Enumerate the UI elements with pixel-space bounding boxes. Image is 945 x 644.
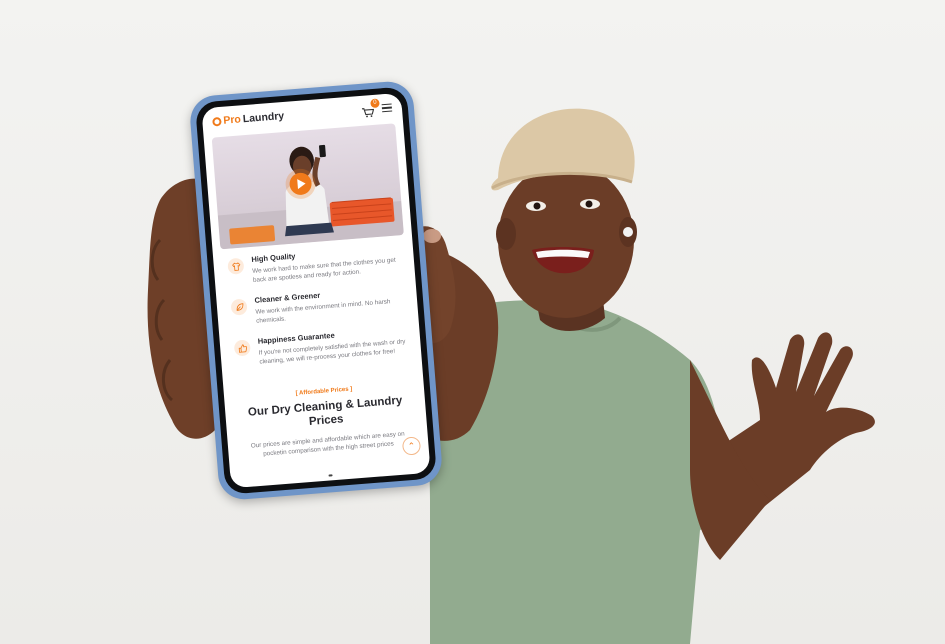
photo-background — [147, 108, 875, 644]
leaf-icon — [230, 298, 248, 316]
phone-bezel: Pro Laundry 0 High Quality We work hard … — [194, 86, 438, 495]
thumbs-up-icon — [233, 339, 251, 357]
features-list: High Quality We work hard to make sure t… — [227, 243, 412, 379]
menu-icon[interactable] — [381, 103, 393, 113]
feature-item: Cleaner & Greener We work with the envir… — [230, 284, 408, 328]
hero-video[interactable] — [211, 123, 404, 250]
chevron-up-icon: ⌃ — [407, 440, 416, 451]
logo-icon — [212, 116, 222, 127]
smartphone: Pro Laundry 0 High Quality We work hard … — [188, 79, 444, 502]
feature-item: High Quality We work hard to make sure t… — [227, 243, 405, 287]
cart-button[interactable]: 0 — [361, 98, 380, 118]
face — [498, 162, 634, 318]
header-actions: 0 — [361, 98, 393, 118]
feature-item: Happiness Guarantee If you're not comple… — [233, 325, 412, 369]
home-indicator — [328, 474, 333, 477]
prices-section: [ Affordable Prices ] Our Dry Cleaning &… — [232, 381, 421, 460]
logo-text-pro: Pro — [222, 113, 242, 127]
cart-icon — [361, 108, 375, 118]
site-logo[interactable]: Pro Laundry — [212, 110, 285, 128]
section-description: Our prices are simple and affordable whi… — [250, 430, 405, 458]
phone-screen: Pro Laundry 0 High Quality We work hard … — [201, 92, 431, 489]
scroll-to-top-button[interactable]: ⌃ — [401, 436, 422, 456]
logo-text-laundry: Laundry — [242, 109, 285, 126]
cart-count-badge: 0 — [370, 98, 380, 109]
shirt-icon — [227, 257, 245, 275]
